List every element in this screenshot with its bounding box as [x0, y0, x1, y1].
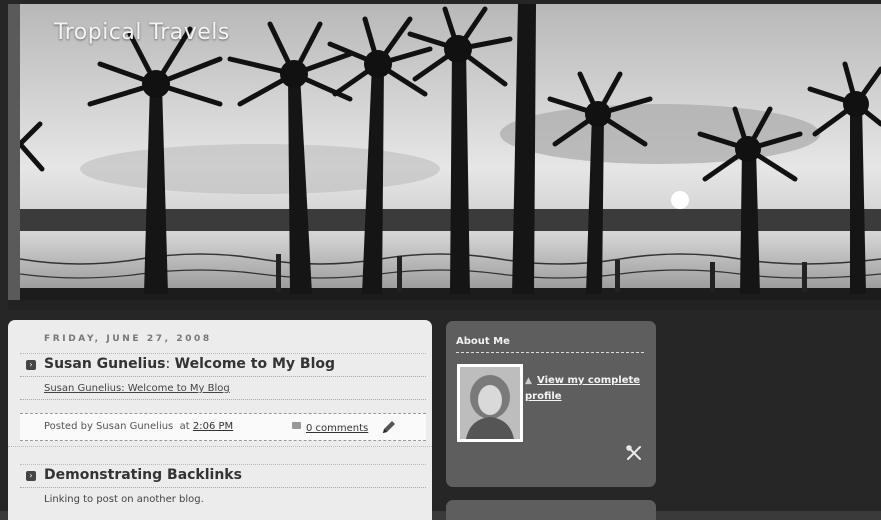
post-body: Linking to post on another blog. — [20, 488, 426, 510]
blog-title[interactable]: Tropical Travels — [54, 20, 230, 45]
post-body: Susan Gunelius: Welcome to My Blog — [20, 377, 426, 400]
post-title[interactable]: Susan Gunelius: Welcome to My Blog — [44, 356, 335, 372]
post-title-row: › Susan Gunelius: Welcome to My Blog — [20, 353, 426, 377]
about-me-widget: About Me ▲ View my complete profile — [446, 321, 656, 487]
speech-bubble-icon — [292, 422, 301, 429]
view-profile-label: View my complete profile — [525, 375, 641, 402]
blog-header: Tropical Travels — [8, 4, 881, 306]
post-title-row: › Demonstrating Backlinks — [20, 464, 426, 488]
page-frame: Tropical Travels FRIDAY, JUNE 27, 2008 ›… — [0, 0, 881, 520]
arrow-right-box-icon: › — [26, 471, 36, 481]
avatar[interactable] — [457, 364, 523, 442]
main-posts-column: FRIDAY, JUNE 27, 2008 › Susan Gunelius: … — [8, 320, 432, 520]
post-timestamp-link[interactable]: 2:06 PM — [193, 421, 233, 432]
post-body-link[interactable]: Susan Gunelius: Welcome to My Blog — [44, 383, 230, 394]
widget-title: About Me — [456, 336, 510, 347]
screwdriver-wrench-icon[interactable] — [626, 445, 642, 461]
widget-divider — [456, 352, 644, 353]
post-author-line: Posted by Susan Gunelius at 2:06 PM — [44, 421, 233, 432]
pencil-icon[interactable] — [380, 418, 398, 436]
comments-link[interactable]: 0 comments — [306, 423, 368, 434]
arrow-right-box-icon: › — [26, 360, 36, 370]
post-title-rest: Welcome to My Blog — [174, 356, 336, 372]
post-footer: Posted by Susan Gunelius at 2:06 PM 0 co… — [20, 413, 426, 441]
post-body-text: Linking to post on another blog. — [44, 494, 204, 505]
post-title[interactable]: Demonstrating Backlinks — [44, 467, 242, 483]
view-profile-link[interactable]: ▲ View my complete profile — [525, 373, 645, 405]
person-icon: ▲ — [525, 376, 532, 386]
header-banner-image — [20, 4, 881, 302]
post-separator — [8, 446, 432, 457]
posted-by-text: Posted by Susan Gunelius at — [44, 421, 193, 432]
post-date-header: FRIDAY, JUNE 27, 2008 — [44, 334, 212, 344]
header-divider — [8, 300, 881, 310]
post-title-author: Susan Gunelius — [44, 356, 166, 372]
sidebar-widget-next — [446, 500, 656, 520]
post-title-separator: : — [165, 356, 175, 372]
